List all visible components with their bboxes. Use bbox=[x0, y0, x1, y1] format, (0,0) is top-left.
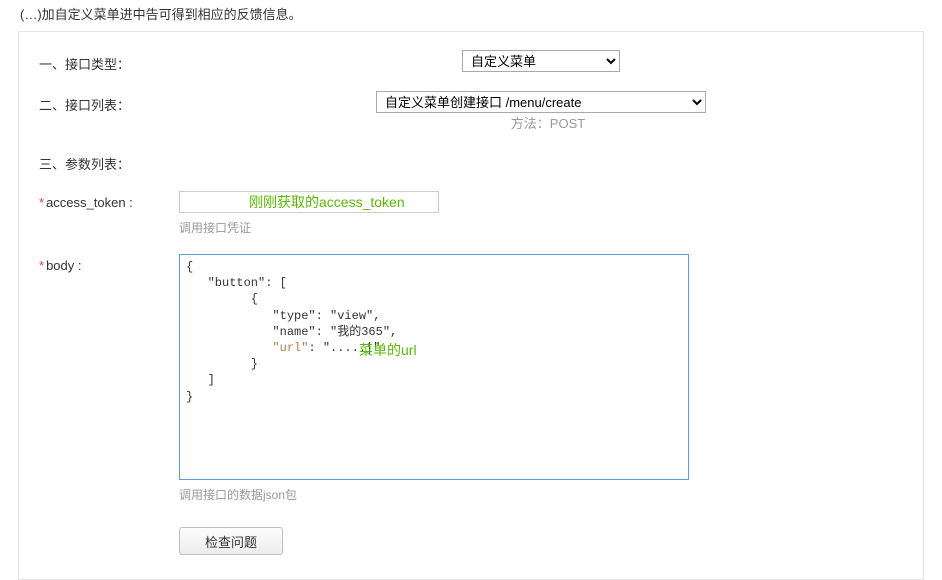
label-body: *body : bbox=[39, 254, 179, 273]
check-button[interactable]: 检查问题 bbox=[179, 527, 283, 555]
select-api-list[interactable]: 自定义菜单创建接口 /menu/create bbox=[376, 91, 706, 113]
label-interface-type: 一、接口类型： bbox=[39, 50, 179, 73]
form-panel: 一、接口类型： 自定义菜单 二、接口列表： 自定义菜单创建接口 /menu/cr… bbox=[18, 31, 924, 580]
desc-body: 调用接口的数据json包 bbox=[179, 486, 903, 503]
row-access-token: *access_token : 刚刚获取的access_token 调用接口凭证 bbox=[19, 191, 923, 236]
input-access-token[interactable] bbox=[179, 191, 439, 213]
textarea-body[interactable]: { "button": [ { "type": "view", "name": … bbox=[179, 254, 689, 480]
label-params-header: 三、参数列表： bbox=[39, 150, 179, 173]
row-body: *body : { "button": [ { "type": "view", … bbox=[19, 254, 923, 503]
label-access-token: *access_token : bbox=[39, 191, 179, 210]
method-label: 方法：POST bbox=[511, 113, 585, 132]
row-params-header: 三、参数列表： bbox=[19, 150, 923, 173]
row-interface-type: 一、接口类型： 自定义菜单 bbox=[19, 50, 923, 73]
select-interface-type[interactable]: 自定义菜单 bbox=[462, 50, 620, 72]
row-submit: 检查问题 bbox=[19, 527, 923, 555]
desc-access-token: 调用接口凭证 bbox=[179, 219, 903, 236]
row-api-list: 二、接口列表： 自定义菜单创建接口 /menu/create 方法：POST bbox=[19, 91, 923, 132]
label-api-list: 二、接口列表： bbox=[39, 91, 179, 114]
page-header-text: (…)加自定义菜单进中告可得到相应的反馈信息。 bbox=[0, 0, 942, 31]
